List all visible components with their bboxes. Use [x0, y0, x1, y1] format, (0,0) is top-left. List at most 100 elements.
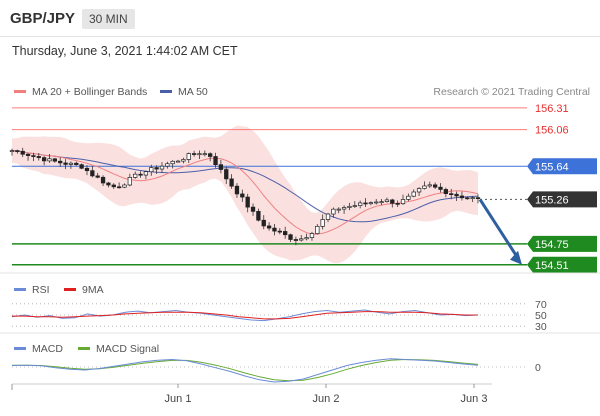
ma50-legend-label: MA 50 [178, 86, 208, 98]
candle-body [299, 238, 304, 241]
candle-body [116, 186, 122, 189]
candle-body [261, 219, 266, 227]
macd-legend-label: MACD [32, 343, 63, 355]
candle-body [272, 227, 277, 232]
price-label-156.06: 156.06 [535, 125, 569, 137]
candle-body [432, 184, 438, 188]
candle-body [202, 153, 207, 156]
candle-body [138, 173, 143, 176]
candle-body [374, 201, 379, 204]
candle-body [234, 185, 240, 195]
price-label-156.31: 156.31 [535, 103, 569, 115]
candle-body [256, 211, 261, 221]
rsi-tick-50: 50 [535, 310, 547, 322]
candle-body [304, 237, 309, 240]
rsi-panel: 705030 [11, 299, 547, 333]
candle-body [74, 162, 79, 166]
candle-body [41, 157, 47, 162]
x-tick-label: Jun 2 [313, 393, 340, 405]
candle-body [143, 171, 149, 176]
candle-body [336, 208, 341, 211]
candle-body [52, 158, 58, 162]
ma20-legend-swatch [14, 90, 26, 93]
candle-body [470, 197, 475, 199]
macd-line [11, 358, 479, 383]
candle-body [208, 153, 213, 157]
macd-tick-0: 0 [535, 362, 541, 374]
price-label-155.64: 155.64 [535, 161, 569, 173]
candle-body [416, 188, 422, 193]
rsi-ma-legend-swatch [64, 288, 76, 291]
candle-body [224, 169, 229, 180]
candle-body [341, 207, 347, 210]
candle-body [165, 163, 170, 167]
candle-body [218, 164, 224, 170]
price-label-155.26: 155.26 [535, 194, 569, 206]
candle-body [427, 184, 432, 187]
candle-body [454, 193, 459, 197]
credit-text: Research © 2021 Trading Central [433, 86, 590, 98]
macd-legend-swatch [14, 347, 26, 350]
candle-body [475, 197, 481, 199]
candle-body [363, 202, 368, 205]
candle-body [63, 162, 68, 165]
candle-body [283, 231, 288, 236]
candle-body [154, 167, 159, 170]
candle-body [368, 202, 374, 205]
candle-body [100, 176, 106, 184]
candle-body [197, 153, 202, 156]
candle-body [406, 195, 411, 200]
candle-body [159, 165, 165, 170]
candle-body [449, 193, 454, 195]
x-tick-label: Jun 3 [461, 393, 488, 405]
projection-arrow-shaft [478, 198, 519, 258]
candle-body [47, 158, 52, 162]
price-panel: 156.31 156.06 155.64 155.26 154.75 154.51 [9, 103, 597, 273]
candle-body [191, 153, 197, 155]
candle-body [395, 203, 400, 205]
candle-body [352, 205, 357, 207]
macd-signal-legend-swatch [78, 347, 90, 350]
candle-body [133, 173, 138, 178]
candle-body [358, 202, 363, 206]
candle-body [84, 167, 90, 172]
candle-body [36, 156, 41, 158]
macd-signal-legend-label: MACD Signal [96, 343, 159, 355]
candle-body [122, 184, 127, 188]
candle-body [111, 184, 116, 188]
candle-body [79, 164, 84, 169]
candle-body [266, 225, 272, 229]
candle-body [293, 239, 299, 241]
x-axis: Jun 1 Jun 2 Jun 3 [11, 384, 488, 405]
rsi-tick-70: 70 [535, 299, 547, 311]
candle-body [390, 199, 395, 204]
candle-body [181, 159, 186, 162]
candle-body [90, 170, 95, 177]
candle-body [411, 191, 416, 197]
candle-body [149, 167, 154, 173]
candle-body [309, 233, 315, 238]
x-tick-label: Jun 1 [165, 393, 192, 405]
candle-body [315, 225, 320, 234]
candle-body [459, 195, 465, 199]
candle-body [68, 162, 74, 165]
candle-body [277, 230, 282, 233]
candle-body [465, 197, 470, 200]
price-label-154.75: 154.75 [535, 239, 569, 251]
candle-body [175, 160, 181, 163]
rsi-legend-swatch [14, 288, 26, 291]
candle-body [95, 175, 100, 178]
ma20-legend-label: MA 20 + Bollinger Bands [32, 86, 147, 98]
candle-body [331, 208, 336, 215]
macd-panel: 0 [11, 358, 541, 383]
candle-body [379, 201, 384, 203]
rsi-tick-30: 30 [535, 321, 547, 333]
candle-body [438, 186, 443, 190]
candle-body [240, 193, 245, 198]
candle-body [400, 199, 406, 205]
candle-body [106, 182, 111, 186]
ma50-legend-swatch [160, 90, 172, 93]
candle-body [229, 178, 234, 187]
candle-body [213, 156, 218, 166]
candle-body [245, 196, 250, 208]
